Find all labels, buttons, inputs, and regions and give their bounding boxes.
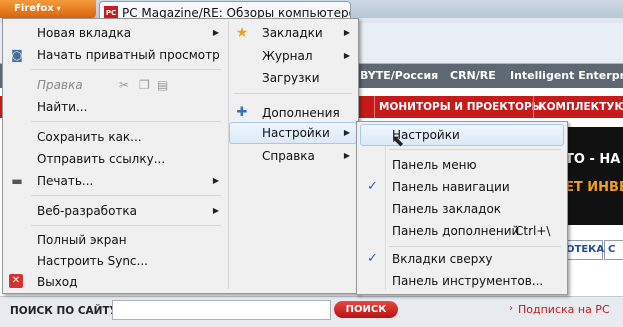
menu-item-label: Журнал	[262, 49, 313, 63]
chevron-down-icon: ▾	[56, 4, 61, 13]
menu-separator	[31, 195, 221, 196]
paste-icon: ▤	[157, 78, 169, 92]
star-icon: ★	[235, 25, 249, 41]
menu-addons[interactable]: ✚ Дополнения	[234, 102, 350, 124]
nav-byte-russia[interactable]: BYTE/Россия	[360, 64, 438, 88]
exit-icon: ✕	[9, 274, 23, 288]
menu-setup-sync[interactable]: Настроить Sync...	[7, 250, 219, 272]
menu-settings[interactable]: Настройки ▶	[234, 122, 350, 144]
menu-item-label: Правка	[37, 78, 83, 92]
mask-icon: ◙	[11, 48, 23, 62]
menu-item-label: Загрузки	[262, 71, 320, 85]
shortcut-text: Ctrl+\	[515, 224, 551, 238]
menu-item-label: Справка	[262, 149, 315, 163]
menu-item-label: Полный экран	[37, 233, 127, 247]
menu-private-browsing[interactable]: ◙ Начать приватный просмотр	[7, 44, 220, 66]
firefox-menu-button[interactable]: Firefox ▾	[0, 0, 96, 18]
banner-text-2: ЕТ ИНВЕС	[565, 180, 623, 195]
menu-print[interactable]: ▬ Печать... ▶	[7, 170, 219, 192]
submenu-arrow-icon: ▶	[212, 176, 219, 185]
menu-item-label: Новая вкладка	[37, 26, 132, 40]
ad-banner[interactable]	[560, 127, 623, 225]
menu-send-link[interactable]: Отправить ссылку...	[7, 148, 219, 170]
nav-crn-re[interactable]: CRN/RE	[450, 64, 496, 88]
menu-item-label: Настроить Sync...	[37, 254, 148, 268]
checkmark-icon: ✓	[367, 251, 378, 266]
banner-text-1: ТО - НА	[565, 152, 621, 167]
submenu-options[interactable]: Настройки ⬉	[360, 124, 560, 150]
menu-item-label: Панель меню	[392, 158, 477, 172]
submenu-tabs-on-top[interactable]: ✓ Вкладки сверху	[360, 248, 560, 270]
menu-history[interactable]: Журнал ▶	[234, 45, 350, 67]
submenu-arrow-icon: ▶	[343, 28, 350, 37]
nav-components[interactable]: КОМПЛЕКТУЮЩ	[533, 96, 623, 118]
nav-monitors[interactable]: МОНИТОРЫ И ПРОЕКТОРЫ	[374, 96, 543, 118]
search-input[interactable]	[112, 300, 331, 320]
menu-item-label: Панель дополнений	[392, 224, 520, 238]
menu-item-label: Найти...	[37, 100, 88, 114]
menu-separator	[31, 69, 221, 70]
subscribe-link[interactable]: Подписка на PC	[518, 303, 610, 316]
menu-separator	[389, 246, 561, 247]
firefox-main-menu: Новая вкладка ▶ ◙ Начать приватный просм…	[2, 18, 359, 294]
menu-downloads[interactable]: Загрузки	[234, 67, 350, 89]
menu-new-tab[interactable]: Новая вкладка ▶	[7, 22, 219, 44]
chevron-right-icon: ›	[509, 303, 513, 314]
submenu-addon-bar[interactable]: Панель дополнений Ctrl+\	[360, 220, 560, 242]
menu-column-divider	[228, 21, 229, 289]
menu-item-label: Выход	[37, 275, 78, 289]
menu-find[interactable]: Найти...	[7, 96, 219, 118]
submenu-toolbar-layout[interactable]: Панель инструментов...	[360, 270, 560, 292]
menu-item-label: Отправить ссылку...	[37, 152, 166, 166]
submenu-bookmarks-bar[interactable]: Панель закладок	[360, 198, 560, 220]
page-tab-library[interactable]: ОТЕКА	[562, 240, 604, 260]
submenu-navigation-bar[interactable]: ✓ Панель навигации	[360, 176, 560, 198]
search-label: ПОИСК ПО САЙТУ	[10, 305, 118, 317]
menu-web-developer[interactable]: Веб-разработка ▶	[7, 200, 219, 222]
menu-item-label: Панель навигации	[392, 180, 510, 194]
menu-edit: Правка ✂ ❐ ▤	[7, 74, 219, 96]
submenu-arrow-icon: ▶	[343, 151, 350, 160]
menu-exit[interactable]: ✕ Выход	[7, 271, 219, 293]
menu-separator	[234, 93, 352, 94]
cut-icon: ✂	[119, 78, 130, 92]
menu-save-as[interactable]: Сохранить как...	[7, 126, 219, 148]
menu-item-label: Печать...	[37, 174, 94, 188]
nav-intelligent-enterprise[interactable]: Intelligent Enterprise	[510, 64, 623, 88]
menu-separator	[31, 225, 221, 226]
menu-item-label: Дополнения	[262, 106, 340, 120]
menu-item-label: Настройки	[262, 126, 330, 140]
menu-item-label: Сохранить как...	[37, 130, 142, 144]
submenu-menu-bar[interactable]: Панель меню	[360, 154, 560, 176]
printer-icon: ▬	[11, 174, 23, 188]
menu-item-label: Вкладки сверху	[392, 252, 493, 266]
menu-separator	[31, 121, 221, 122]
menu-item-label: Начать приватный просмотр	[37, 48, 220, 62]
menu-item-label: Панель инструментов...	[392, 274, 544, 288]
submenu-arrow-icon: ▶	[343, 128, 350, 137]
menu-full-screen[interactable]: Полный экран	[7, 229, 219, 251]
menu-item-label: Панель закладок	[392, 202, 502, 216]
submenu-arrow-icon: ▶	[343, 51, 350, 60]
settings-submenu: Настройки ⬉ Панель меню ✓ Панель навигац…	[356, 121, 568, 295]
menu-separator	[389, 149, 561, 150]
menu-bookmarks[interactable]: ★ Закладки ▶	[234, 22, 350, 44]
puzzle-icon: ✚	[236, 105, 248, 120]
checkmark-icon: ✓	[367, 179, 378, 194]
menu-help[interactable]: Справка ▶	[234, 145, 350, 167]
firefox-menu-label: Firefox	[14, 3, 54, 14]
menu-item-label: Веб-разработка	[37, 204, 138, 218]
page-tab-next[interactable]: С	[604, 240, 623, 260]
submenu-arrow-icon: ▶	[212, 28, 219, 37]
search-button[interactable]: ПОИСК	[334, 301, 398, 318]
submenu-arrow-icon: ▶	[212, 206, 219, 215]
menu-item-label: Закладки	[262, 26, 323, 40]
copy-icon: ❐	[139, 78, 150, 92]
